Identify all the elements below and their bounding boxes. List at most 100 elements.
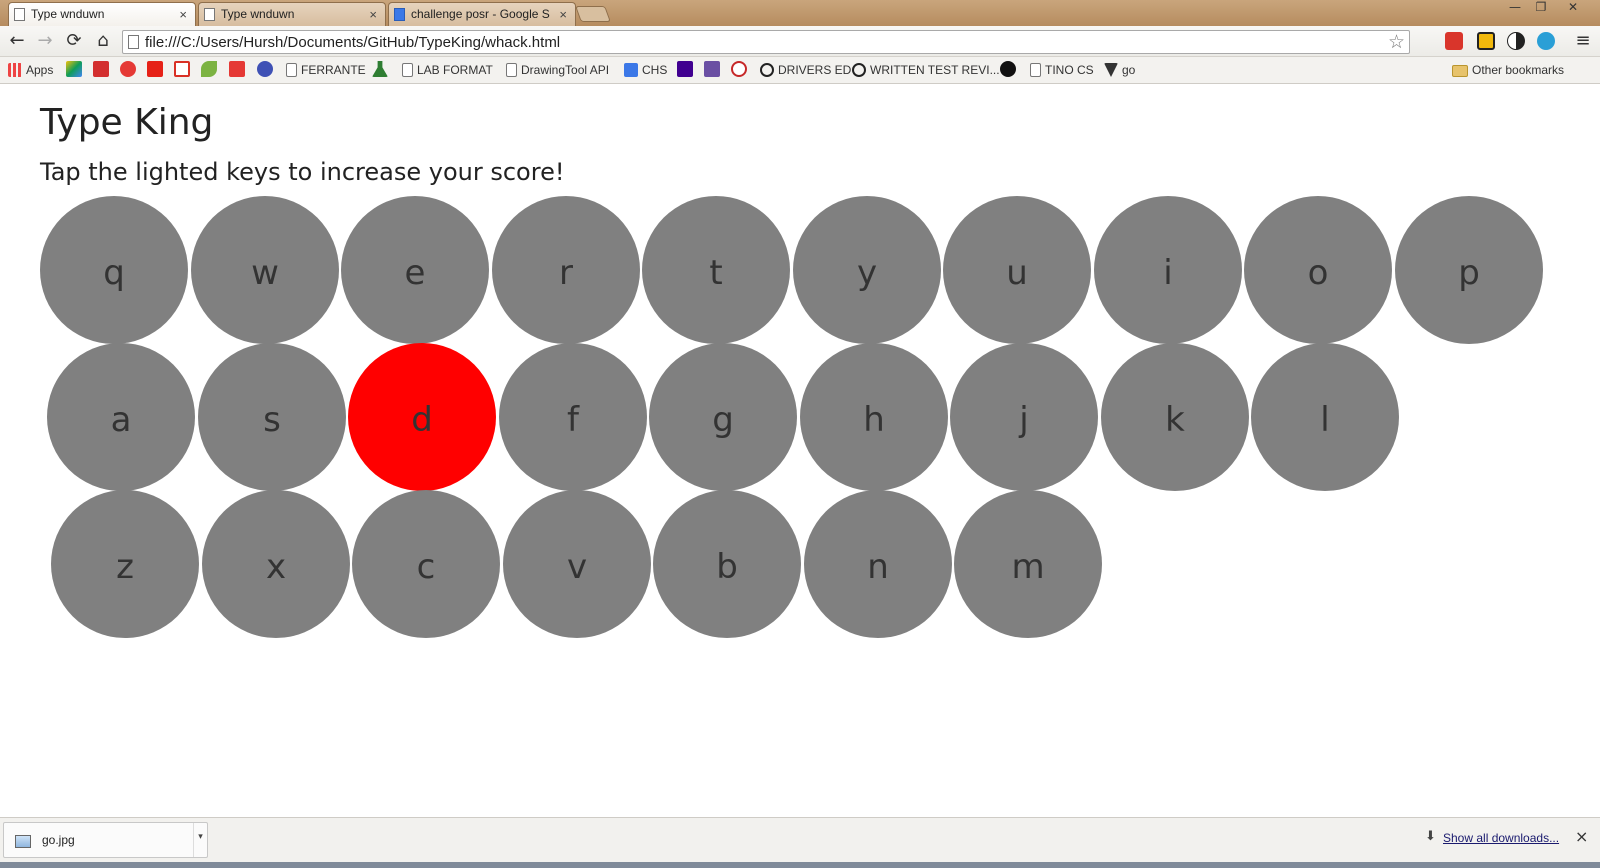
new-tab-button[interactable] bbox=[575, 6, 611, 22]
key-s[interactable]: s bbox=[198, 343, 346, 491]
key-j[interactable]: j bbox=[950, 343, 1098, 491]
key-t[interactable]: t bbox=[642, 196, 790, 344]
instructions-text: Tap the lighted keys to increase your sc… bbox=[40, 158, 565, 186]
google-icon bbox=[624, 63, 638, 77]
drive-icon[interactable] bbox=[66, 61, 82, 77]
tab-type-wnduwn[interactable]: Type wnduwn × bbox=[198, 2, 386, 26]
bookmark-star-icon[interactable]: ☆ bbox=[1388, 31, 1405, 53]
page-icon bbox=[128, 35, 139, 49]
key-o[interactable]: o bbox=[1244, 196, 1392, 344]
s-logo-icon[interactable] bbox=[1000, 61, 1016, 77]
google-icon bbox=[394, 8, 405, 21]
key-h[interactable]: h bbox=[800, 343, 948, 491]
key-m[interactable]: m bbox=[954, 490, 1102, 638]
key-e[interactable]: e bbox=[341, 196, 489, 344]
key-d[interactable]: d bbox=[348, 343, 496, 491]
bookmark-lab-format[interactable]: LAB FORMAT bbox=[402, 62, 493, 80]
tab-close-icon[interactable]: × bbox=[179, 3, 187, 26]
key-r[interactable]: r bbox=[492, 196, 640, 344]
tab-strip: Type wnduwn × Type wnduwn × challenge po… bbox=[0, 0, 1600, 26]
key-z[interactable]: z bbox=[51, 490, 199, 638]
key-c[interactable]: c bbox=[352, 490, 500, 638]
extension-new-icon[interactable] bbox=[1537, 32, 1555, 50]
key-y[interactable]: y bbox=[793, 196, 941, 344]
show-all-downloads-link[interactable]: Show all downloads... bbox=[1443, 831, 1559, 845]
chevron-down-icon[interactable]: ▾ bbox=[193, 823, 207, 857]
wheel-icon bbox=[852, 63, 866, 77]
bookmark-go[interactable]: go bbox=[1104, 62, 1135, 80]
leaf-icon[interactable] bbox=[201, 61, 217, 77]
bookmark-drawingtool-api[interactable]: DrawingTool API bbox=[506, 62, 609, 80]
forward-button[interactable]: → bbox=[34, 31, 56, 53]
tab-title: Type wnduwn bbox=[221, 7, 295, 21]
bookmark-written-test[interactable]: WRITTEN TEST REVI... bbox=[852, 62, 1000, 80]
key-u[interactable]: u bbox=[943, 196, 1091, 344]
page-title: Type King bbox=[40, 102, 214, 143]
key-b[interactable]: b bbox=[653, 490, 801, 638]
tab-title: challenge posr - Google S bbox=[411, 7, 550, 21]
page-icon bbox=[506, 63, 517, 77]
download-shelf: go.jpg ▾ ⬇ Show all downloads... × bbox=[0, 817, 1600, 862]
page-icon bbox=[402, 63, 413, 77]
key-i[interactable]: i bbox=[1094, 196, 1242, 344]
bookmark-ferrante[interactable]: FERRANTE bbox=[286, 62, 366, 80]
glasses-icon[interactable] bbox=[731, 61, 747, 77]
key-p[interactable]: p bbox=[1395, 196, 1543, 344]
wheel-icon bbox=[760, 63, 774, 77]
bookmark-label: FERRANTE bbox=[301, 63, 366, 77]
bookmark-tino-cs[interactable]: TINO CS bbox=[1030, 62, 1094, 80]
address-input[interactable] bbox=[145, 32, 1375, 52]
key-n[interactable]: n bbox=[804, 490, 952, 638]
sun-icon[interactable] bbox=[120, 61, 136, 77]
home-button[interactable]: ⌂ bbox=[92, 31, 114, 53]
other-bookmarks[interactable]: Other bookmarks bbox=[1452, 62, 1564, 80]
restore-button[interactable]: ❐ bbox=[1528, 0, 1554, 16]
reload-button[interactable]: ⟳ bbox=[63, 31, 85, 53]
window-close-button[interactable]: ✕ bbox=[1560, 0, 1586, 16]
key-v[interactable]: v bbox=[503, 490, 651, 638]
os-taskbar bbox=[0, 862, 1600, 868]
key-x[interactable]: x bbox=[202, 490, 350, 638]
key-f[interactable]: f bbox=[499, 343, 647, 491]
extension-red-icon[interactable] bbox=[1445, 32, 1463, 50]
back-button[interactable]: ← bbox=[6, 31, 28, 53]
tab-google-search[interactable]: challenge posr - Google S × bbox=[388, 2, 576, 26]
bookmark-label: WRITTEN TEST REVI... bbox=[870, 63, 1000, 77]
tab-close-icon[interactable]: × bbox=[559, 3, 567, 26]
yahoo-icon[interactable] bbox=[677, 61, 693, 77]
chrome-menu-icon[interactable]: ≡ bbox=[1572, 31, 1594, 53]
page-content: Type King Tap the lighted keys to increa… bbox=[0, 85, 1600, 817]
minimize-button[interactable]: — bbox=[1502, 0, 1528, 16]
bookmark-chs[interactable]: CHS bbox=[624, 62, 667, 80]
globe-icon[interactable] bbox=[257, 61, 273, 77]
bookmark-label: TINO CS bbox=[1045, 63, 1094, 77]
folder-icon bbox=[1452, 65, 1468, 77]
bookmark-drivers-ed[interactable]: DRIVERS ED bbox=[760, 62, 851, 80]
key-a[interactable]: a bbox=[47, 343, 195, 491]
stack-icon[interactable] bbox=[93, 61, 109, 77]
browser-toolbar: ← → ⟳ ⌂ ☆ ≡ bbox=[0, 26, 1600, 57]
tab-title: Type wnduwn bbox=[31, 7, 105, 21]
key-l[interactable]: l bbox=[1251, 343, 1399, 491]
apps-grid-icon bbox=[8, 63, 22, 77]
bookmark-label: LAB FORMAT bbox=[417, 63, 493, 77]
extension-check-icon[interactable] bbox=[1477, 32, 1495, 50]
bookmark-label: Apps bbox=[26, 63, 54, 77]
tab-close-icon[interactable]: × bbox=[369, 3, 377, 26]
close-download-shelf-icon[interactable]: × bbox=[1575, 827, 1588, 846]
address-bar[interactable]: ☆ bbox=[122, 30, 1410, 54]
bookmark-label: Other bookmarks bbox=[1472, 63, 1565, 77]
key-q[interactable]: q bbox=[40, 196, 188, 344]
download-item[interactable]: go.jpg ▾ bbox=[3, 822, 208, 858]
gmail-icon[interactable] bbox=[174, 61, 190, 77]
tab-type-wnduwn-active[interactable]: Type wnduwn × bbox=[8, 2, 196, 26]
calendar-icon[interactable] bbox=[229, 61, 245, 77]
page-icon bbox=[204, 8, 215, 21]
key-w[interactable]: w bbox=[191, 196, 339, 344]
bookmark-apps[interactable]: Apps bbox=[8, 62, 53, 80]
youtube-icon[interactable] bbox=[147, 61, 163, 77]
key-k[interactable]: k bbox=[1101, 343, 1249, 491]
extension-contrast-icon[interactable] bbox=[1507, 32, 1525, 50]
key-g[interactable]: g bbox=[649, 343, 797, 491]
book-icon[interactable] bbox=[704, 61, 720, 77]
